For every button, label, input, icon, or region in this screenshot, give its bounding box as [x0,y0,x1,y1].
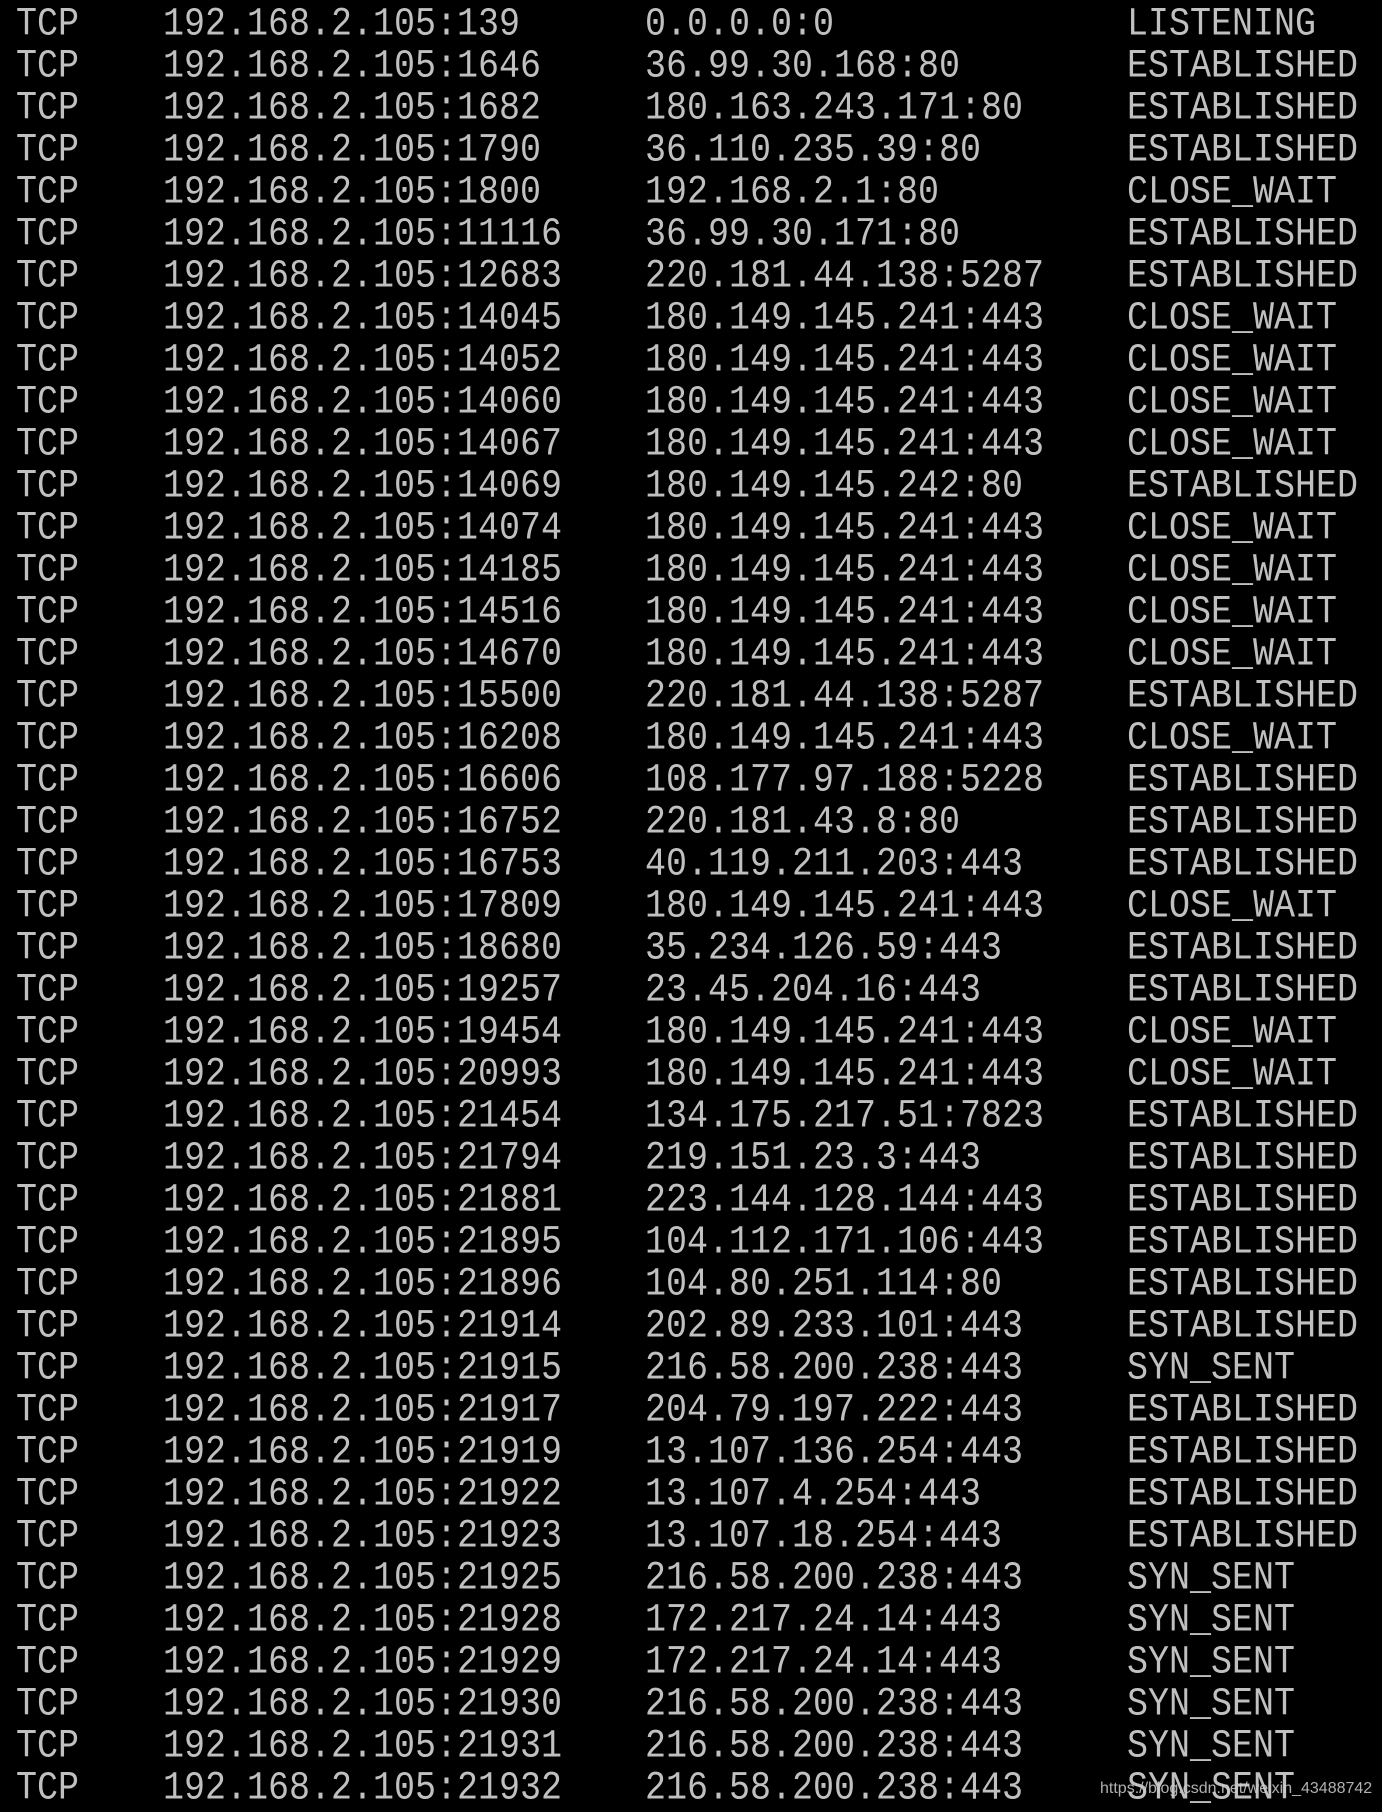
connection-row: TCP 192.168.2.105:21917 204.79.197.222:443… [0,1387,1382,1433]
connection-row: TCP 192.168.2.105:21925 216.58.200.238:443… [0,1555,1382,1601]
connection-row: TCP 192.168.2.105:14185 180.149.145.241:44… [0,547,1382,593]
connection-row: TCP 192.168.2.105:21931 216.58.200.238:443… [0,1723,1382,1769]
connection-row: TCP 192.168.2.105:21928 172.217.24.14:443 S… [0,1597,1382,1643]
connection-row: TCP 192.168.2.105:17809 180.149.145.241:44… [0,883,1382,929]
connection-row: TCP 192.168.2.105:15500 220.181.44.138:528… [0,673,1382,719]
connection-row: TCP 192.168.2.105:1646 36.99.30.168:80 ESTA… [0,43,1382,89]
local-address: 192.168.2.105:21932 [163,1765,563,1811]
connection-row: TCP 192.168.2.105:1682 180.163.243.171:80 E… [0,85,1382,131]
connection-row: TCP 192.168.2.105:14670 180.149.145.241:44… [0,631,1382,677]
connection-row: TCP 192.168.2.105:21919 13.107.136.254:443… [0,1429,1382,1475]
connection-row: TCP 192.168.2.105:139 0.0.0.0:0 LISTENING [0,1,1382,47]
connection-row: TCP 192.168.2.105:14516 180.149.145.241:44… [0,589,1382,635]
connection-row: TCP 192.168.2.105:21922 13.107.4.254:443 ES… [0,1471,1382,1517]
connection-row: TCP 192.168.2.105:11116 36.99.30.171:80 EST… [0,211,1382,257]
connection-row: TCP 192.168.2.105:19454 180.149.145.241:44… [0,1009,1382,1055]
connection-row: TCP 192.168.2.105:12683 220.181.44.138:528… [0,253,1382,299]
connection-row: TCP 192.168.2.105:18680 35.234.126.59:443 E… [0,925,1382,971]
connection-row: TCP 192.168.2.105:14045 180.149.145.241:44… [0,295,1382,341]
connection-row: TCP 192.168.2.105:16606 108.177.97.188:522… [0,757,1382,803]
connection-row: TCP 192.168.2.105:14069 180.149.145.242:80… [0,463,1382,509]
protocol: TCP [16,1765,80,1811]
connection-row: TCP 192.168.2.105:20993 180.149.145.241:44… [0,1051,1382,1097]
connection-row: TCP 192.168.2.105:21896 104.80.251.114:80 E… [0,1261,1382,1307]
connection-row: TCP 192.168.2.105:21454 134.175.217.51:782… [0,1093,1382,1139]
connection-row: TCP 192.168.2.105:21914 202.89.233.101:443… [0,1303,1382,1349]
connection-row: TCP 192.168.2.105:19257 23.45.204.16:443 ES… [0,967,1382,1013]
connection-row: TCP 192.168.2.105:21881 223.144.128.144:44… [0,1177,1382,1223]
connection-row: TCP 192.168.2.105:1800 192.168.2.1:80 CLOSE… [0,169,1382,215]
connection-row: TCP 192.168.2.105:16752 220.181.43.8:80 EST… [0,799,1382,845]
watermark: https://blog.csdn.net/weixin_43488742 [1100,1780,1373,1797]
foreign-address: 216.58.200.238:443 [645,1765,1024,1811]
connection-row: TCP 192.168.2.105:21915 216.58.200.238:443… [0,1345,1382,1391]
connection-row: TCP 192.168.2.105:14052 180.149.145.241:44… [0,337,1382,383]
connection-row: TCP 192.168.2.105:14067 180.149.145.241:44… [0,421,1382,467]
connection-row: TCP 192.168.2.105:21895 104.112.171.106:44… [0,1219,1382,1265]
connection-row: TCP 192.168.2.105:21794 219.151.23.3:443 ES… [0,1135,1382,1181]
connection-row: TCP 192.168.2.105:21929 172.217.24.14:443 S… [0,1639,1382,1685]
connection-row: TCP 192.168.2.105:21923 13.107.18.254:443 E… [0,1513,1382,1559]
connection-row: TCP 192.168.2.105:14074 180.149.145.241:44… [0,505,1382,551]
connection-row: TCP 192.168.2.105:21930 216.58.200.238:443… [0,1681,1382,1727]
connection-row: TCP 192.168.2.105:16208 180.149.145.241:44… [0,715,1382,761]
connection-row: TCP 192.168.2.105:14060 180.149.145.241:44… [0,379,1382,425]
connection-row: TCP 192.168.2.105:16753 40.119.211.203:443… [0,841,1382,887]
connection-row: TCP 192.168.2.105:1790 36.110.235.39:80 EST… [0,127,1382,173]
